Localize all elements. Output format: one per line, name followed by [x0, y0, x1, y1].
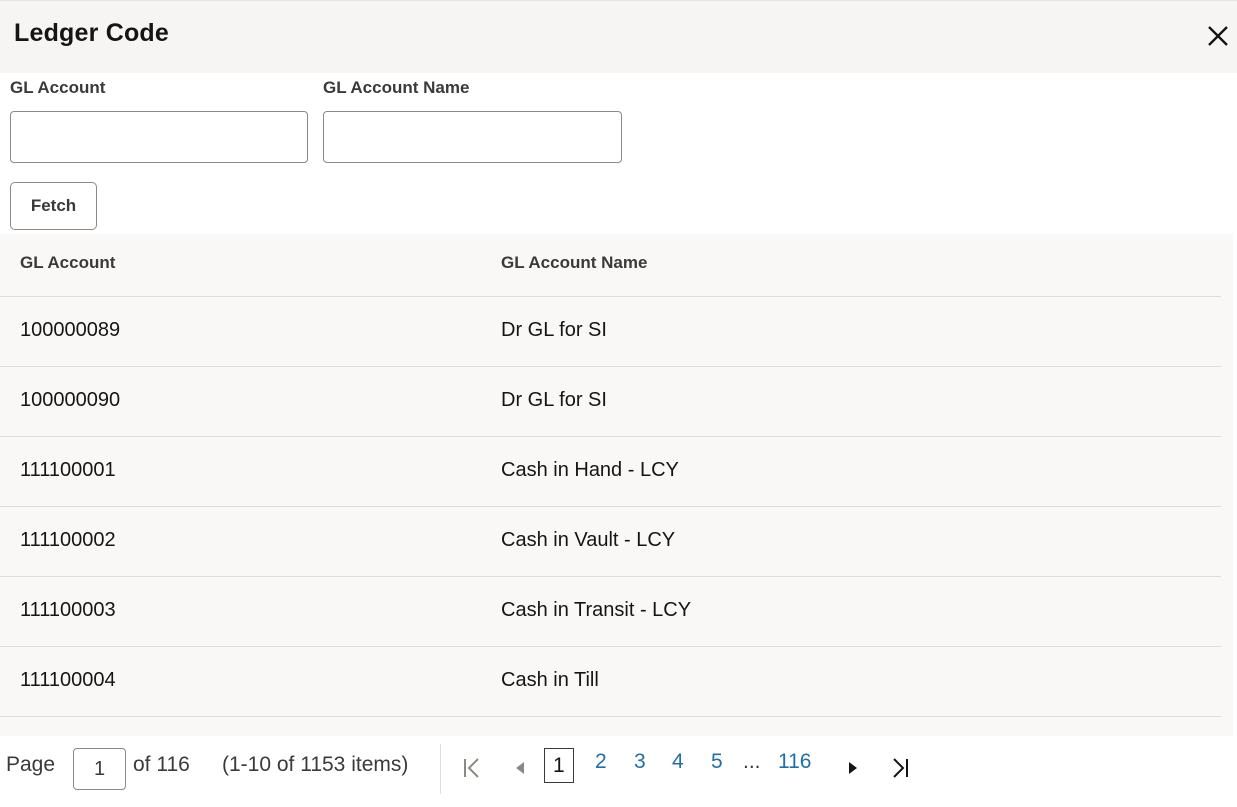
items-summary: (1-10 of 1153 items): [222, 753, 409, 776]
gl-account-cell: 100000089: [20, 319, 121, 341]
column-header-gl-account[interactable]: GL Account: [20, 253, 115, 273]
dialog-title: Ledger Code: [14, 19, 169, 47]
gl-account-label: GL Account: [10, 78, 106, 97]
table-row[interactable]: 100000090 Dr GL for SI: [0, 367, 1221, 437]
first-page-icon[interactable]: [458, 754, 486, 782]
table-row[interactable]: 111100002 Cash in Vault - LCY: [0, 507, 1221, 577]
gl-account-name-cell: Cash in Till: [501, 669, 599, 691]
gl-account-cell: 111100003: [20, 599, 116, 621]
gl-account-cell: 111100004: [20, 669, 116, 691]
column-header-gl-account-name[interactable]: GL Account Name: [501, 253, 647, 273]
gl-account-cell: 111100001: [20, 459, 116, 481]
gl-account-name-cell: Cash in Vault - LCY: [501, 529, 676, 551]
last-page-icon[interactable]: [886, 754, 914, 782]
gl-account-input[interactable]: [10, 111, 308, 163]
page-ellipsis: ...: [743, 750, 761, 773]
page-link[interactable]: 2: [595, 750, 607, 774]
table-row[interactable]: 111100004 Cash in Till: [0, 647, 1221, 717]
gl-account-name-cell: Dr GL for SI: [501, 319, 607, 341]
close-icon[interactable]: [1203, 21, 1233, 51]
table-header: GL Account GL Account Name: [0, 234, 1221, 297]
table-row[interactable]: 100000089 Dr GL for SI: [0, 297, 1221, 367]
page-link[interactable]: 3: [634, 750, 646, 774]
gl-account-name-cell: Dr GL for SI: [501, 389, 607, 411]
page-total-label: of 116: [133, 753, 190, 776]
gl-account-name-cell: Cash in Hand - LCY: [501, 459, 679, 481]
dialog-header: Ledger Code: [0, 0, 1237, 73]
fetch-button[interactable]: Fetch: [10, 182, 97, 230]
page-link-current[interactable]: 1: [544, 748, 574, 783]
gl-account-name-label: GL Account Name: [323, 78, 470, 97]
page-link-last[interactable]: 116: [778, 750, 811, 774]
gl-account-cell: 100000090: [20, 389, 121, 411]
gl-account-name-cell: Cash in Transit - LCY: [501, 599, 692, 621]
table-row[interactable]: 111100003 Cash in Transit - LCY: [0, 577, 1221, 647]
page-link[interactable]: 4: [672, 750, 684, 774]
table-row[interactable]: 111100001 Cash in Hand - LCY: [0, 437, 1221, 507]
page-number-input[interactable]: [73, 748, 126, 790]
pager-divider: [440, 744, 441, 794]
gl-account-cell: 111100002: [20, 529, 116, 551]
page-link[interactable]: 5: [711, 750, 723, 774]
pagination-bar: Page of 116 (1-10 of 1153 items) 1 2 3 4…: [0, 736, 1237, 807]
gl-account-name-input[interactable]: [323, 111, 622, 163]
page-label: Page: [6, 753, 56, 776]
previous-page-icon[interactable]: [507, 754, 535, 782]
ledger-table: GL Account GL Account Name 100000089 Dr …: [0, 234, 1233, 736]
next-page-icon[interactable]: [838, 754, 866, 782]
ledger-code-dialog: Ledger Code GL Account GL Account Name F…: [0, 0, 1237, 807]
